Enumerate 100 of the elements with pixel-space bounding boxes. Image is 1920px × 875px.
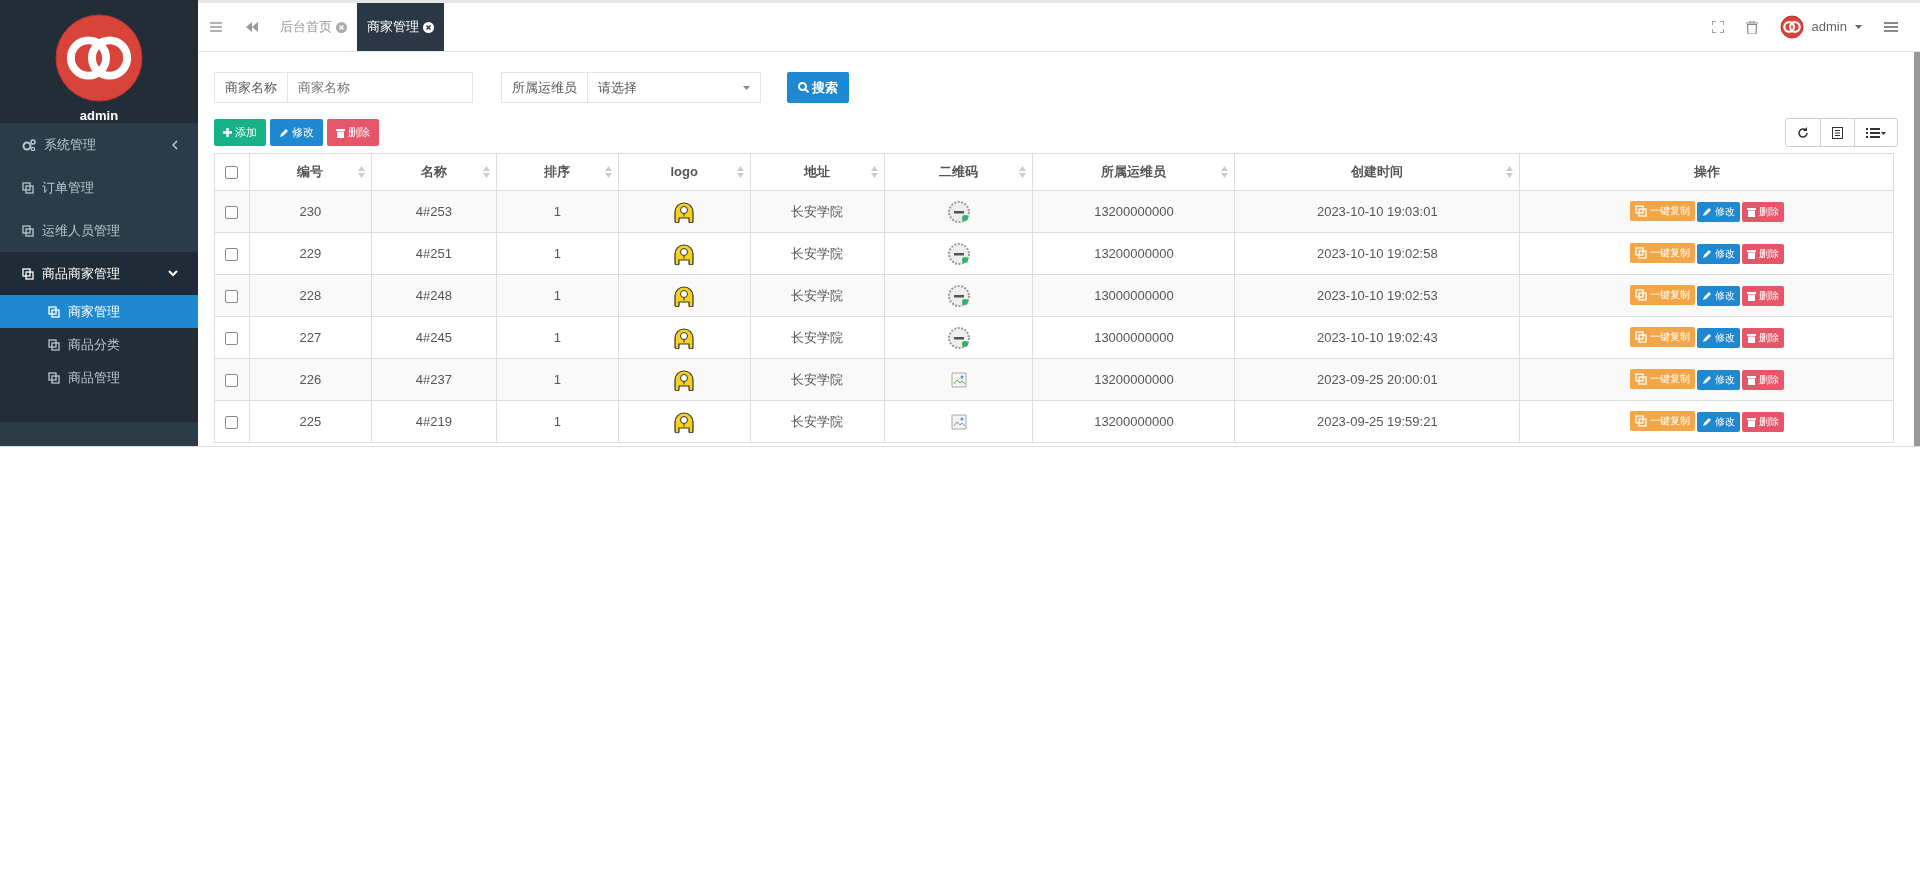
edit-button[interactable]: 修改: [1696, 285, 1740, 306]
rewind-icon[interactable]: [246, 22, 258, 32]
user-menu[interactable]: admin: [1811, 17, 1847, 37]
delete-button[interactable]: 删除: [1741, 285, 1784, 306]
column-header[interactable]: 地址: [804, 164, 831, 180]
pencil-icon: [279, 127, 289, 138]
search-button[interactable]: 搜索: [787, 72, 849, 103]
table-cell: 13200000000: [1094, 413, 1174, 429]
table-cell: 1: [553, 371, 561, 387]
row-checkbox[interactable]: [225, 247, 239, 261]
columns-icon[interactable]: [1866, 127, 1886, 138]
submenu-item[interactable]: 商品分类: [0, 328, 198, 361]
column-header[interactable]: 编号: [297, 164, 324, 180]
delete-button[interactable]: 删除: [1741, 411, 1784, 432]
gears-icon: [22, 138, 36, 151]
menu-item[interactable]: 系统管理: [0, 123, 198, 166]
add-button[interactable]: 添加: [214, 119, 266, 146]
trash-icon[interactable]: [1745, 20, 1758, 34]
logo-icon: [674, 284, 695, 307]
pencil-icon: [1701, 248, 1712, 259]
delete-button[interactable]: 删除: [1741, 243, 1784, 264]
row-checkbox[interactable]: [225, 415, 239, 429]
refresh-icon[interactable]: [1797, 126, 1809, 139]
menu-icon[interactable]: [210, 22, 222, 32]
delete-button[interactable]: 删除: [1741, 369, 1784, 390]
copy-button[interactable]: 一键复制: [1629, 368, 1695, 389]
copy-button[interactable]: 一键复制: [1629, 200, 1695, 221]
column-header[interactable]: 创建时间: [1351, 164, 1404, 180]
table-cell: 13000000000: [1094, 329, 1174, 345]
trash-icon: [1746, 248, 1756, 259]
column-header[interactable]: 排序: [544, 164, 571, 180]
chevron-down-icon: [168, 270, 178, 277]
edit-button[interactable]: 修改: [1696, 411, 1740, 432]
close-icon[interactable]: [423, 21, 434, 33]
user-name: admin: [79, 107, 119, 125]
edit-button[interactable]: 修改: [1696, 369, 1740, 390]
fullscreen-icon[interactable]: [1711, 21, 1724, 33]
logo-icon: [674, 410, 695, 433]
table-cell: 228: [299, 287, 322, 303]
copy-button[interactable]: 一键复制: [1629, 326, 1695, 347]
delete-button[interactable]: 删除: [1741, 201, 1784, 222]
tab[interactable]: 商家管理: [357, 3, 444, 51]
table-cell: 13200000000: [1094, 245, 1174, 261]
sidebar-toggle-icon[interactable]: [1884, 22, 1898, 32]
table-cell: 2023-09-25 19:59:21: [1316, 413, 1438, 429]
column-header[interactable]: 所属运维员: [1101, 164, 1167, 180]
pencil-icon: [1701, 374, 1712, 385]
submenu-item[interactable]: 商家管理: [0, 295, 198, 328]
edit-button[interactable]: 修改: [1696, 201, 1740, 222]
search-icon: [798, 82, 809, 93]
copy-button[interactable]: 一键复制: [1629, 410, 1695, 431]
edit-button[interactable]: 修改: [1696, 243, 1740, 264]
submenu-item[interactable]: 商品管理: [0, 361, 198, 394]
table-cell: 4#253: [415, 203, 452, 219]
copy-icon: [22, 224, 34, 237]
copy-icon: [1634, 330, 1647, 343]
table-cell: 225: [299, 413, 322, 429]
delete-button[interactable]: 删除: [1741, 327, 1784, 348]
logo-icon: [674, 326, 695, 349]
search-field[interactable]: 商家名称: [288, 72, 473, 103]
table-cell: 长安学院: [791, 413, 844, 429]
delete-button[interactable]: 删除: [327, 119, 379, 146]
trash-icon: [1746, 374, 1756, 385]
select-field[interactable]: 请选择: [588, 72, 761, 103]
table-cell: 13000000000: [1094, 287, 1174, 303]
table-cell: 1: [553, 203, 561, 219]
menu-item[interactable]: 订单管理: [0, 166, 198, 209]
tab[interactable]: 后台首页: [270, 3, 357, 51]
trash-icon: [1746, 206, 1756, 217]
logo-icon: [674, 368, 695, 391]
copy-button[interactable]: 一键复制: [1629, 242, 1695, 263]
trash-icon: [1746, 332, 1756, 343]
row-checkbox[interactable]: [225, 289, 239, 303]
table-cell: 229: [299, 245, 322, 261]
edit-button[interactable]: 修改: [1696, 327, 1740, 348]
table-cell: 长安学院: [791, 203, 844, 219]
row-checkbox[interactable]: [225, 373, 239, 387]
copy-icon: [1634, 288, 1647, 301]
menu-item[interactable]: 商品商家管理: [0, 252, 198, 295]
row-checkbox[interactable]: [225, 331, 239, 345]
table-cell: 长安学院: [791, 329, 844, 345]
copy-button[interactable]: 一键复制: [1629, 284, 1695, 305]
table-cell: 13200000000: [1094, 203, 1174, 219]
column-header[interactable]: 二维码: [939, 164, 978, 180]
menu-item[interactable]: 运维人员管理: [0, 209, 198, 252]
pencil-icon: [1701, 416, 1712, 427]
table-cell: 226: [299, 371, 322, 387]
edit-button[interactable]: 修改: [270, 119, 323, 146]
chevron-left-icon: [172, 139, 178, 150]
column-header[interactable]: 操作: [1693, 164, 1720, 180]
column-header[interactable]: logo: [670, 164, 698, 180]
select-all-checkbox[interactable]: [225, 166, 239, 180]
table-cell: 2023-09-25 20:00:01: [1316, 371, 1438, 387]
row-checkbox[interactable]: [225, 205, 239, 219]
document-icon[interactable]: [1832, 126, 1843, 139]
column-header[interactable]: 名称: [420, 164, 447, 180]
table-cell: 4#219: [415, 413, 452, 429]
pencil-icon: [1701, 332, 1712, 343]
table-cell: 1: [553, 413, 561, 429]
caret-icon: [1855, 25, 1862, 29]
